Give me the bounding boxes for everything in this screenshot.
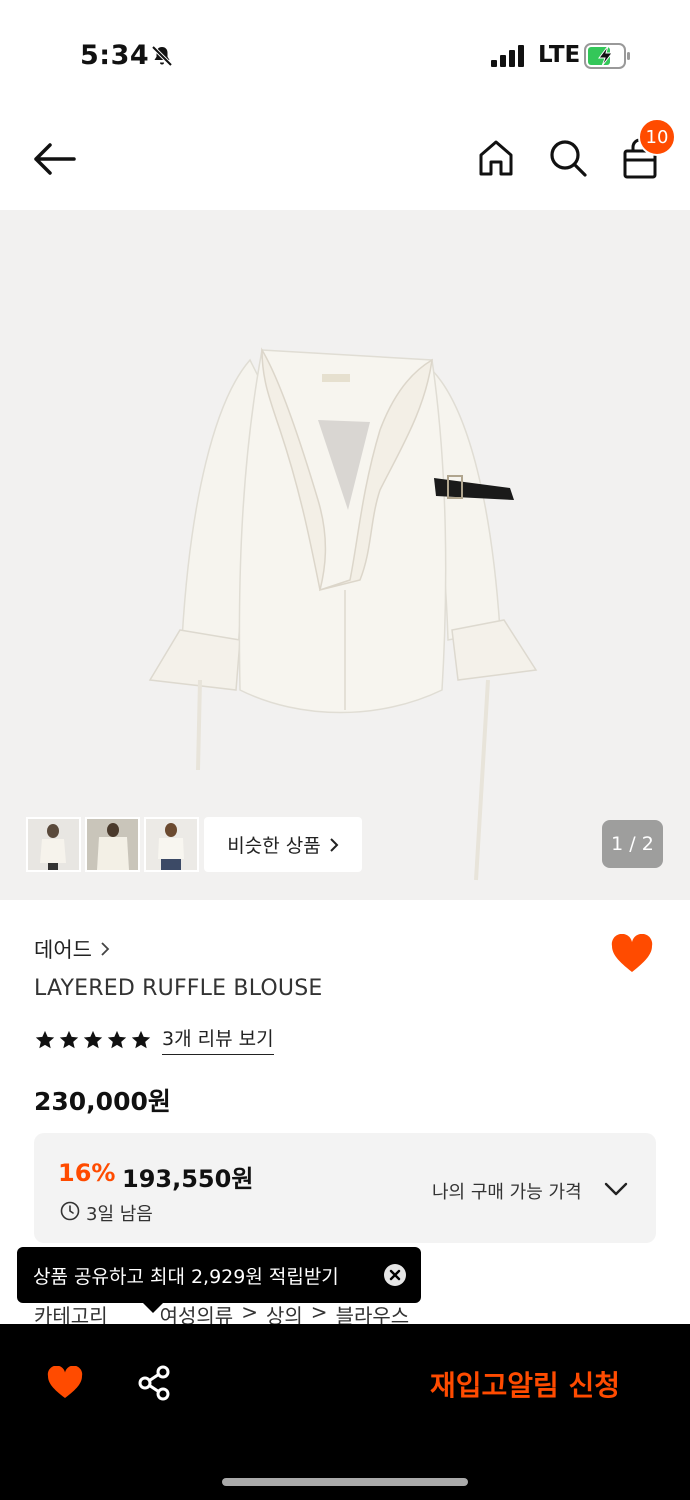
home-icon[interactable] — [476, 138, 516, 178]
product-photo — [148, 347, 538, 881]
product-gallery[interactable]: 비슷한 상품 1 / 2 — [0, 210, 690, 900]
star-icon — [83, 1030, 103, 1048]
close-icon[interactable] — [383, 1263, 407, 1287]
bell-slash-icon — [151, 45, 173, 67]
remaining-time: 3일 남음 — [86, 1204, 153, 1225]
restock-alert-button[interactable]: 재입고알림 신청 — [410, 1360, 640, 1408]
share-reward-tooltip[interactable]: 상품 공유하고 최대 2,929원 적립받기 — [17, 1247, 421, 1313]
status-time: 5:34 — [80, 40, 150, 71]
search-icon[interactable] — [548, 138, 588, 178]
discount-percent: 16% — [58, 1159, 116, 1187]
battery-icon — [584, 43, 630, 69]
product-name: LAYERED RUFFLE BLOUSE — [34, 976, 323, 1001]
star-icon — [35, 1030, 55, 1048]
home-indicator — [222, 1478, 468, 1486]
original-price: 230,000원 — [34, 1087, 171, 1116]
star-rating — [34, 1029, 152, 1051]
back-arrow-icon[interactable] — [32, 140, 78, 178]
page-indicator: 1 / 2 — [602, 820, 663, 868]
discount-price: 193,550원 — [122, 1165, 254, 1193]
status-bar: 5:34 LTE — [0, 0, 690, 110]
chevron-right-icon — [330, 837, 339, 852]
brand-name: 데어드 — [34, 938, 92, 962]
rating-row: 3개 리뷰 보기 — [34, 1024, 274, 1055]
thumbnail-strip — [26, 817, 199, 872]
heart-icon[interactable] — [610, 934, 654, 974]
star-icon — [131, 1030, 151, 1048]
thumbnail-3[interactable] — [144, 817, 199, 872]
brand-link[interactable]: 데어드 — [34, 934, 110, 964]
clock-icon — [60, 1201, 80, 1221]
discount-box[interactable]: 16% 193,550원 3일 남음 나의 구매 가능 가격 — [34, 1133, 656, 1243]
heart-icon[interactable] — [46, 1366, 84, 1400]
bottom-action-bar: 재입고알림 신청 — [0, 1324, 690, 1500]
star-icon — [107, 1030, 127, 1048]
review-link[interactable]: 3개 리뷰 보기 — [162, 1024, 274, 1055]
tooltip-text: 상품 공유하고 최대 2,929원 적립받기 — [33, 1265, 339, 1288]
signal-icon — [491, 45, 524, 67]
similar-products-button[interactable]: 비슷한 상품 — [204, 817, 362, 872]
my-price-label: 나의 구매 가능 가격 — [432, 1182, 582, 1203]
network-label: LTE — [538, 42, 581, 68]
chevron-right-icon — [101, 942, 110, 956]
star-icon — [59, 1030, 79, 1048]
thumbnail-1[interactable] — [26, 817, 81, 872]
chevron-down-icon — [604, 1182, 628, 1196]
cart-count-badge: 10 — [638, 118, 676, 156]
thumbnail-2[interactable] — [85, 817, 140, 872]
similar-products-label: 비슷한 상품 — [227, 835, 321, 857]
share-icon[interactable] — [136, 1364, 172, 1402]
nav-bar: 10 — [0, 110, 690, 210]
